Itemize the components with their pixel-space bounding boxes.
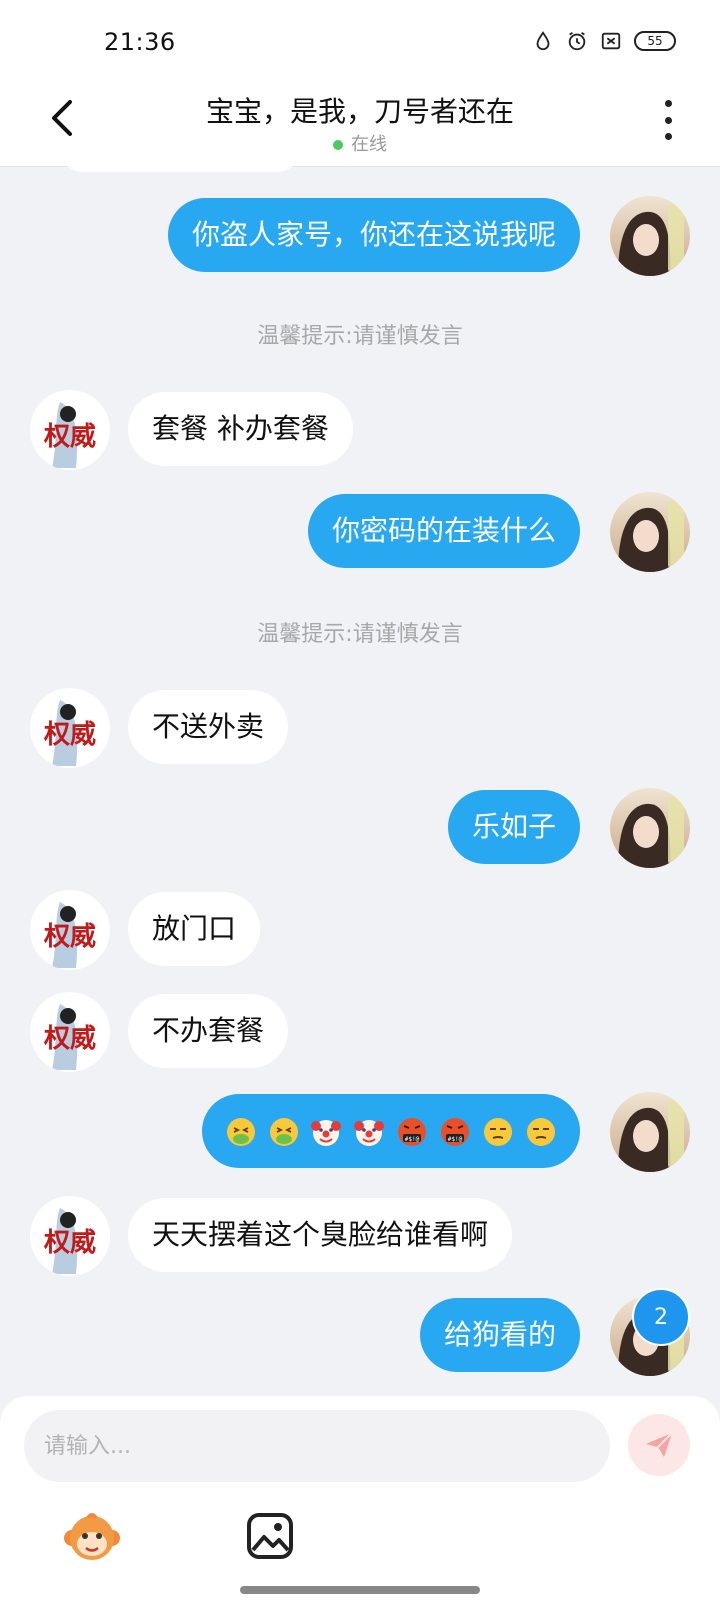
contact-avatar[interactable]: 权威 [30,390,110,470]
message-row: 你密码的在装什么 [0,492,720,572]
unamused-face-icon [484,1118,513,1146]
my-avatar[interactable] [610,1092,690,1172]
outgoing-message-bubble[interactable]: 你盗人家号，你还在这说我呢 [167,198,580,272]
incoming-message-bubble[interactable]: 不送外卖 [128,690,289,764]
my-avatar[interactable] [610,788,690,868]
nauseated-face-icon [269,1118,298,1146]
cursing-face-icon: #$!@ [441,1118,470,1146]
message-row: 权威 不办套餐 [0,992,720,1072]
outgoing-emoji-bubble[interactable]: #$!@ #$!@ [201,1094,580,1168]
avatar-logo-text: 权威 [43,921,96,952]
online-status-text: 在线 [351,134,387,155]
online-status: 在线 [0,130,720,156]
incoming-message-bubble[interactable]: 放门口 [128,892,261,966]
warning-hint: 温馨提示:请谨慎发言 [257,622,463,647]
image-icon [247,1513,293,1559]
incoming-message-bubble[interactable]: 天天摆着这个臭脸给谁看啊 [128,1198,513,1272]
outgoing-message-bubble[interactable]: 乐如子 [447,790,580,864]
svg-text:#$!@: #$!@ [448,1136,463,1143]
my-avatar[interactable] [610,196,690,276]
status-bar: 21:36 55 [0,0,720,80]
message-row: 权威 放门口 [0,890,720,970]
composer-bar [0,1396,720,1600]
chat-title: 宝宝，是我，刀号者还在 [205,95,514,128]
home-indicator[interactable] [240,1586,480,1594]
send-button[interactable] [628,1414,690,1476]
message-list[interactable]: 你盗人家号，你还在这说我呢 温馨提示:请谨慎发言 权威 套餐 补办套餐 你密码的… [0,166,720,1396]
incoming-message-bubble[interactable]: 套餐 补办套餐 [128,392,353,466]
message-row: 权威 天天摆着这个臭脸给谁看啊 [0,1196,720,1276]
alarm-icon [568,31,586,51]
more-options-button[interactable] [656,100,680,140]
cursing-face-icon: #$!@ [398,1118,427,1146]
drop-icon [536,31,550,51]
status-time: 21:36 [104,28,176,56]
avatar-logo-text: 权威 [43,719,96,750]
outgoing-message-bubble[interactable]: 给狗看的 [419,1298,580,1372]
message-row: 权威 套餐 补办套餐 [0,390,720,470]
image-picker-button[interactable] [244,1510,296,1562]
message-row: 给狗看的 [0,1296,720,1376]
contact-avatar[interactable]: 权威 [30,890,110,970]
more-dot [664,116,672,124]
message-row: 权威 不送外卖 [0,688,720,768]
more-dot [664,133,672,140]
sim-off-icon [601,32,621,50]
message-row: 你盗人家号，你还在这说我呢 [0,196,720,276]
monkey-emoji-icon [64,1513,120,1560]
unread-count-badge[interactable]: 2 [632,1288,690,1346]
avatar-logo-text: 权威 [43,421,96,452]
warning-hint: 温馨提示:请谨慎发言 [257,324,463,349]
message-input[interactable] [24,1410,610,1482]
contact-avatar[interactable]: 权威 [30,992,110,1072]
my-avatar[interactable] [610,492,690,572]
svg-text:#$!@: #$!@ [405,1136,420,1143]
status-icons: 55 [532,30,676,52]
chat-header: 宝宝，是我，刀号者还在 在线 [0,80,720,167]
clown-face-icon [311,1120,342,1146]
avatar-logo-text: 权威 [43,1023,96,1054]
online-dot [333,140,343,150]
clown-face-icon [354,1120,385,1146]
battery-indicator: 55 [634,31,676,51]
avatar-logo-text: 权威 [43,1227,96,1258]
contact-avatar[interactable]: 权威 [30,1196,110,1276]
send-icon [646,1432,673,1457]
unamused-face-icon [527,1118,555,1146]
contact-avatar[interactable]: 权威 [30,688,110,768]
outgoing-message-bubble[interactable]: 你密码的在装什么 [307,494,580,568]
incoming-message-bubble[interactable]: 不办套餐 [128,994,289,1068]
emoji-button[interactable] [62,1508,122,1568]
partial-message-bubble [60,166,300,172]
message-row: #$!@ #$!@ [0,1092,720,1172]
nauseated-face-icon [226,1118,255,1146]
more-vertical-icon [664,100,672,107]
message-row: 乐如子 [0,788,720,868]
